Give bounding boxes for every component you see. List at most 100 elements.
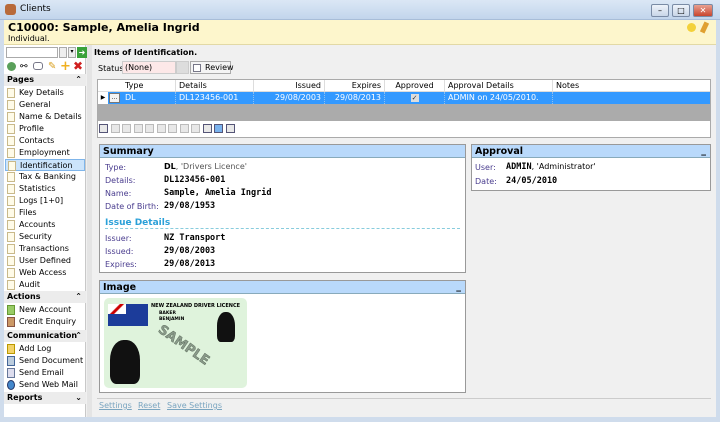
actions-header[interactable]: Actions ⌃: [4, 291, 86, 303]
sidebar-item-accounts[interactable]: Accounts: [5, 219, 85, 231]
item-label: Audit: [19, 280, 40, 289]
spinner[interactable]: [59, 47, 67, 58]
move-bottom-icon[interactable]: [179, 124, 189, 133]
reports-header[interactable]: Reports ⌄: [4, 392, 86, 404]
pencil-icon[interactable]: ✎: [48, 61, 56, 72]
columns-icon[interactable]: [225, 124, 235, 133]
insert-icon[interactable]: [145, 124, 154, 133]
log-icon: [7, 344, 15, 354]
move-top-icon[interactable]: [168, 124, 177, 133]
view-icon[interactable]: [214, 124, 223, 133]
photo-silhouette: [110, 340, 140, 384]
remove-icon[interactable]: [156, 124, 166, 133]
sidebar-item-web-access[interactable]: Web Access: [5, 267, 85, 279]
type-desc: , 'Drivers Licence': [175, 162, 247, 171]
col-details[interactable]: Details: [176, 80, 254, 92]
pages-header[interactable]: Pages ⌃: [4, 74, 86, 86]
sidebar-item-audit[interactable]: Audit: [5, 279, 85, 291]
collapse-icon[interactable]: ⌃: [75, 330, 82, 342]
expires-value: 29/08/2013: [164, 259, 216, 269]
item-label: Send Web Mail: [19, 380, 78, 389]
move-up-icon[interactable]: [122, 124, 131, 133]
communication-header[interactable]: Communication ⌃: [4, 330, 86, 342]
cell-approval-details: ADMIN on 24/05/2010.: [445, 92, 553, 104]
page-icon: [7, 184, 15, 194]
issued-value: 29/08/2003: [164, 246, 216, 256]
sidebar-item-security[interactable]: Security: [5, 231, 85, 243]
sidebar-item-profile[interactable]: Profile: [5, 123, 85, 135]
comm-send-web-mail[interactable]: Send Web Mail: [5, 379, 85, 391]
minimize-button[interactable]: –: [651, 4, 669, 17]
sidebar-item-statistics[interactable]: Statistics: [5, 183, 85, 195]
collapse-button[interactable]: _: [456, 280, 461, 293]
dropdown-button[interactable]: ▾: [68, 47, 76, 58]
row-ellipsis-button[interactable]: ...: [109, 93, 120, 103]
move-down-icon[interactable]: [133, 124, 143, 133]
sidebar-item-contacts[interactable]: Contacts: [5, 135, 85, 147]
item-label: Key Details: [19, 88, 64, 97]
reports-label: Reports: [7, 393, 43, 402]
settings-link[interactable]: Settings: [99, 401, 132, 410]
review-button[interactable]: Review: [190, 61, 234, 74]
copy-icon[interactable]: [191, 124, 200, 133]
key-icon[interactable]: [699, 21, 710, 34]
status-field[interactable]: (None): [122, 61, 176, 74]
item-label: General: [19, 100, 51, 109]
splitter[interactable]: [87, 45, 92, 417]
col-notes[interactable]: Notes: [553, 80, 710, 92]
licence-image: NEW ZEALAND DRIVER LICENCE BAKER BENJAMI…: [104, 298, 247, 388]
new-row-icon[interactable]: [99, 124, 108, 133]
collapse-button[interactable]: _: [701, 144, 706, 157]
action-credit-enquiry[interactable]: Credit Enquiry: [5, 316, 85, 328]
comm-add-log[interactable]: Add Log: [5, 343, 85, 355]
status-apply-button[interactable]: [176, 61, 189, 74]
col-issued[interactable]: Issued: [254, 80, 325, 92]
action-new-account[interactable]: New Account: [5, 304, 85, 316]
email-icon: [7, 368, 15, 378]
comm-send-document[interactable]: Send Document: [5, 355, 85, 367]
sidebar-item-general[interactable]: General: [5, 99, 85, 111]
item-label: Web Access: [19, 268, 67, 277]
comm-send-email[interactable]: Send Email: [5, 367, 85, 379]
save-settings-link[interactable]: Save Settings: [167, 401, 222, 410]
sidebar-item-employment[interactable]: Employment: [5, 147, 85, 159]
smiley-icon[interactable]: [687, 23, 696, 32]
sidebar-item-identification[interactable]: Identification: [5, 159, 85, 171]
col-approved[interactable]: Approved: [385, 80, 445, 92]
collapse-icon[interactable]: ⌃: [75, 74, 82, 86]
history-icon[interactable]: [7, 62, 16, 71]
add-icon[interactable]: +: [60, 59, 71, 74]
approval-panel: Approval _ User: ADMIN, 'Administrator' D…: [471, 144, 711, 191]
reset-link[interactable]: Reset: [138, 401, 160, 410]
sidebar-item-files[interactable]: Files: [5, 207, 85, 219]
col-expires[interactable]: Expires: [325, 80, 385, 92]
clock-icon[interactable]: [202, 124, 212, 133]
search-input[interactable]: [6, 47, 58, 58]
image-panel: Image _ NEW ZEALAND DRIVER LICENCE BAKER …: [99, 280, 466, 393]
client-header: C10000: Sample, Amelia Ingrid Individual…: [4, 20, 716, 45]
go-button[interactable]: ➜: [77, 47, 87, 58]
approved-checkbox[interactable]: ✓: [410, 94, 419, 102]
dob-value: 29/08/1953: [164, 201, 216, 211]
expand-icon[interactable]: ⌄: [75, 392, 82, 404]
sidebar-item-name-details[interactable]: Name & Details: [5, 111, 85, 123]
delete-row-icon[interactable]: [110, 124, 120, 133]
eraser-icon[interactable]: [33, 62, 43, 70]
name-label: Name:: [105, 189, 132, 198]
sidebar-item-user-defined[interactable]: User Defined: [5, 255, 85, 267]
sidebar-item-tax-banking[interactable]: Tax & Banking: [5, 171, 85, 183]
maximize-button[interactable]: □: [672, 4, 690, 17]
binoculars-icon[interactable]: ⚯: [20, 62, 28, 72]
close-button[interactable]: ✕: [693, 4, 713, 17]
credit-enquiry-icon: [7, 317, 15, 327]
col-type[interactable]: Type: [122, 80, 176, 92]
col-approval-details[interactable]: Approval Details: [445, 80, 553, 92]
sidebar-item-transactions[interactable]: Transactions: [5, 243, 85, 255]
image-header: Image _: [100, 281, 465, 294]
item-label: New Account: [19, 305, 72, 314]
sidebar-item-logs-1-0[interactable]: Logs [1+0]: [5, 195, 85, 207]
sidebar-item-key-details[interactable]: Key Details: [5, 87, 85, 99]
collapse-icon[interactable]: ⌃: [75, 291, 82, 303]
delete-icon[interactable]: ✖: [73, 59, 83, 73]
item-label: Profile: [19, 124, 44, 133]
